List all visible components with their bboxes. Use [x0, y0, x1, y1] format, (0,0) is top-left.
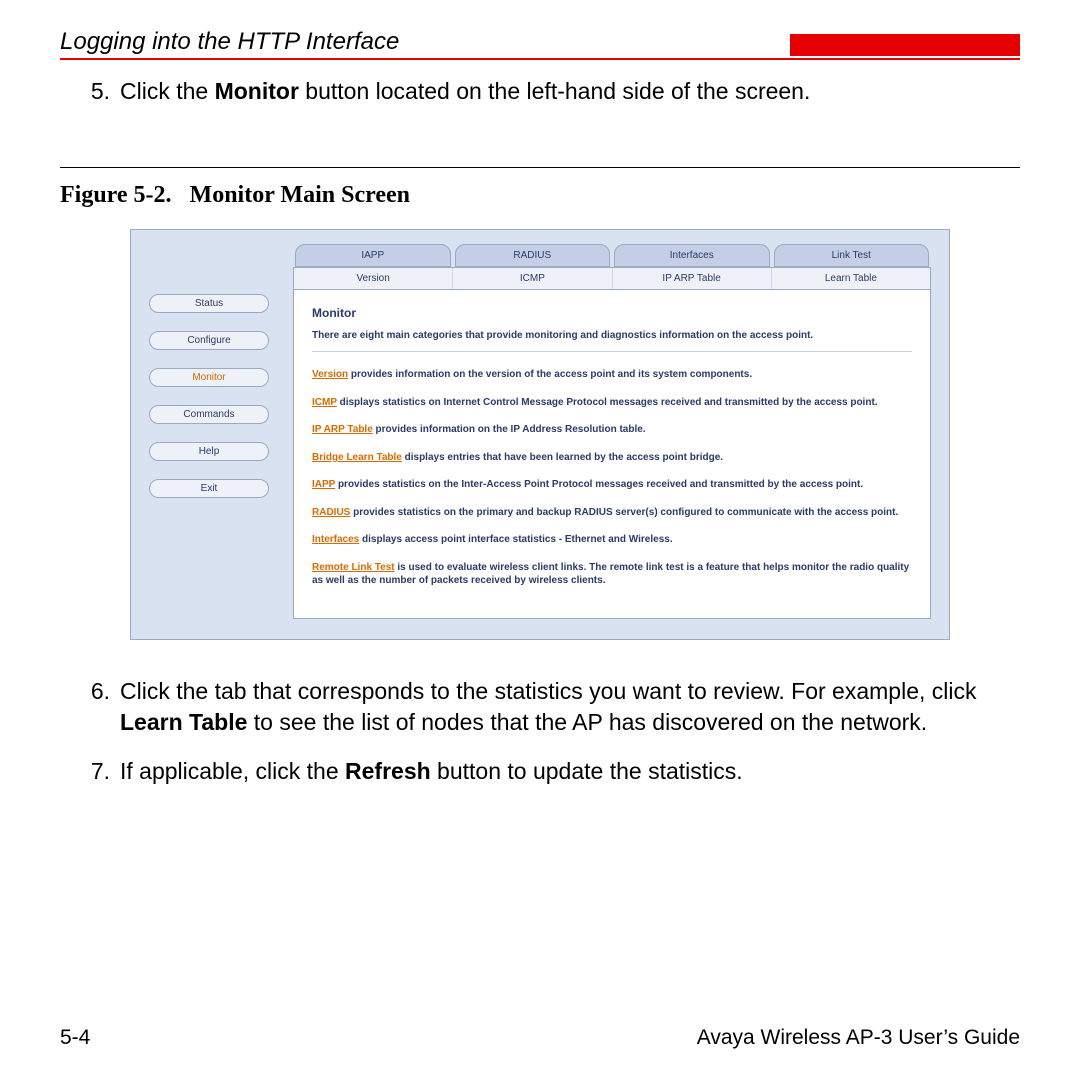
page-footer: 5-4 Avaya Wireless AP-3 User’s Guide [60, 1026, 1020, 1050]
tab-learn-table[interactable]: Learn Table [772, 268, 930, 289]
tab-version[interactable]: Version [294, 268, 453, 289]
step-number: 6. [82, 676, 110, 707]
header-accent-bar [790, 34, 1020, 56]
step-bold: Learn Table [120, 709, 247, 735]
category-link[interactable]: Bridge Learn Table [312, 452, 402, 463]
category-link[interactable]: Interfaces [312, 534, 359, 545]
tab-interfaces[interactable]: Interfaces [614, 244, 770, 267]
figure-label: Figure 5-2. [60, 182, 172, 208]
category-desc: provides statistics on the primary and b… [350, 507, 898, 518]
step-number: 5. [82, 76, 110, 107]
category-link[interactable]: ICMP [312, 397, 337, 408]
monitor-category-item: ICMP displays statistics on Internet Con… [312, 396, 912, 410]
figure-caption: Figure 5-2. Monitor Main Screen [60, 182, 1020, 209]
panel-intro: There are eight main categories that pro… [312, 330, 912, 352]
step-text-pre: Click the [120, 78, 215, 104]
step-6: 6.Click the tab that corresponds to the … [120, 676, 1020, 738]
step-text: button to update the statistics. [431, 758, 743, 784]
sidebar-button-commands[interactable]: Commands [149, 405, 269, 424]
step-text: to see the list of nodes that the AP has… [247, 709, 927, 735]
sidebar-button-status[interactable]: Status [149, 294, 269, 313]
figure-rule [60, 167, 1020, 168]
sidebar-button-monitor[interactable]: Monitor [149, 368, 269, 387]
tab-ip-arp-table[interactable]: IP ARP Table [613, 268, 772, 289]
page-header: Logging into the HTTP Interface [60, 28, 1020, 56]
panel-heading: Monitor [312, 306, 912, 320]
sidebar-button-configure[interactable]: Configure [149, 331, 269, 350]
category-desc: displays access point interface statisti… [359, 534, 672, 545]
monitor-category-item: Bridge Learn Table displays entries that… [312, 451, 912, 465]
tab-link-test[interactable]: Link Test [774, 244, 930, 267]
category-link[interactable]: IAPP [312, 479, 335, 490]
category-desc: displays statistics on Internet Control … [337, 397, 878, 408]
monitor-category-item: Remote Link Test is used to evaluate wir… [312, 561, 912, 588]
embedded-screenshot: Status Configure Monitor Commands Help Exit I… [130, 229, 950, 640]
category-link[interactable]: Version [312, 369, 348, 380]
category-desc: provides information on the IP Address R… [373, 424, 646, 435]
header-underline [60, 58, 1020, 60]
step-5: 5.Click the Monitor button located on th… [120, 76, 1020, 107]
monitor-category-item: IAPP provides statistics on the Inter-Ac… [312, 478, 912, 492]
screenshot-panel: Monitor There are eight main categories … [293, 290, 931, 619]
category-desc: provides statistics on the Inter-Access … [335, 479, 863, 490]
screenshot-sidebar: Status Configure Monitor Commands Help Exit [149, 244, 269, 619]
step-7: 7.If applicable, click the Refresh butto… [120, 756, 1020, 787]
monitor-category-item: RADIUS provides statistics on the primar… [312, 506, 912, 520]
sidebar-button-help[interactable]: Help [149, 442, 269, 461]
step-text: Click the tab that corresponds to the st… [120, 678, 976, 704]
step-number: 7. [82, 756, 110, 787]
category-link[interactable]: RADIUS [312, 507, 350, 518]
tabs-row-bottom: VersionICMPIP ARP TableLearn Table [293, 267, 931, 290]
category-desc: is used to evaluate wireless client link… [312, 562, 909, 587]
tab-iapp[interactable]: IAPP [295, 244, 451, 267]
monitor-category-item: Interfaces displays access point interfa… [312, 533, 912, 547]
figure-title: Monitor Main Screen [190, 182, 410, 208]
step-text-post: button located on the left-hand side of … [299, 78, 810, 104]
category-link[interactable]: IP ARP Table [312, 424, 373, 435]
step-bold: Monitor [215, 78, 299, 104]
page-number: 5-4 [60, 1026, 90, 1050]
book-title: Avaya Wireless AP-3 User’s Guide [697, 1026, 1020, 1050]
tab-radius[interactable]: RADIUS [455, 244, 611, 267]
tabs-row-top: IAPPRADIUSInterfacesLink Test [293, 244, 931, 267]
tab-icmp[interactable]: ICMP [453, 268, 612, 289]
sidebar-button-exit[interactable]: Exit [149, 479, 269, 498]
category-desc: displays entries that have been learned … [402, 452, 723, 463]
section-title: Logging into the HTTP Interface [60, 28, 399, 56]
category-desc: provides information on the version of t… [348, 369, 752, 380]
monitor-category-item: IP ARP Table provides information on the… [312, 423, 912, 437]
screenshot-main: IAPPRADIUSInterfacesLink Test VersionICM… [293, 244, 931, 619]
category-link[interactable]: Remote Link Test [312, 562, 395, 573]
monitor-category-item: Version provides information on the vers… [312, 368, 912, 382]
step-text: If applicable, click the [120, 758, 345, 784]
step-bold: Refresh [345, 758, 431, 784]
